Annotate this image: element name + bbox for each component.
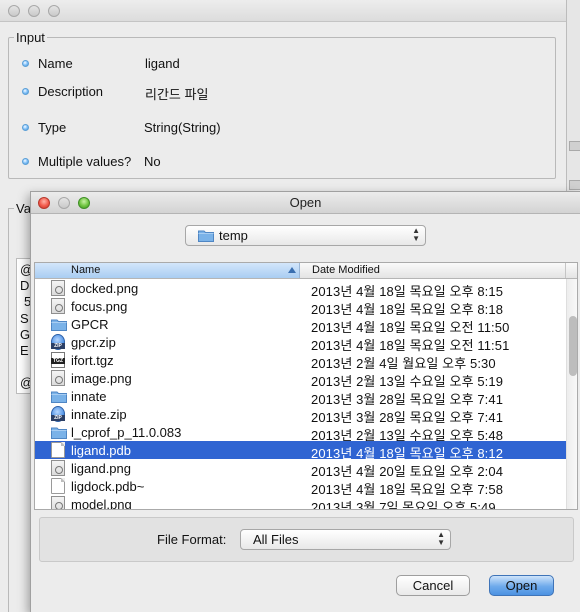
file-name: innate.zip [71, 407, 127, 422]
date-column-header[interactable]: Date Modified [312, 264, 380, 276]
folder-icon [51, 318, 67, 331]
bullet-icon [22, 124, 29, 131]
open-dialog: Open temp ▲ ▼ Name Date Modified docked.p… [30, 191, 580, 612]
values-text-fragment: E [20, 343, 29, 358]
property-value: 리간드 파일 [145, 87, 209, 102]
values-text-fragment: D [20, 278, 30, 293]
file-row[interactable]: focus.png 2013년 4월 18일 목요일 오후 8:18 [35, 297, 566, 317]
sort-ascending-icon [288, 267, 296, 273]
file-name: l_cprof_p_11.0.083 [71, 425, 182, 440]
background-close-button[interactable] [8, 5, 20, 17]
file-row[interactable]: l_cprof_p_11.0.083 2013년 2월 13일 수요일 오후 5:… [35, 423, 566, 443]
bullet-icon [22, 60, 29, 67]
zip-archive-icon: ZIP [51, 334, 65, 350]
column-divider [565, 263, 566, 278]
property-value: ligand [145, 56, 180, 71]
file-name: focus.png [71, 299, 128, 314]
file-name: gpcr.zip [71, 335, 116, 350]
folder-icon [198, 230, 214, 242]
background-minimize-button[interactable] [28, 5, 40, 17]
file-format-value: All Files [253, 532, 299, 547]
file-list[interactable]: Name Date Modified docked.png 2013년 4월 18… [34, 262, 578, 510]
location-dropdown[interactable]: temp ▲ ▼ [185, 225, 426, 246]
background-titlebar [0, 0, 566, 22]
file-name: innate [71, 389, 107, 404]
name-column-label: Name [71, 264, 101, 276]
file-name: ifort.tgz [71, 353, 114, 368]
file-row[interactable]: TGZ ifort.tgz 2013년 2월 4일 월요일 오후 5:30 [35, 351, 566, 371]
vertical-scrollbar[interactable] [566, 279, 577, 509]
image-file-icon [51, 370, 65, 386]
bullet-icon [22, 158, 29, 165]
file-row[interactable]: GPCR 2013년 4월 18일 목요일 오전 11:50 [35, 315, 566, 335]
property-label: Multiple values? [38, 154, 132, 169]
file-format-dropdown[interactable]: All Files ▲ ▼ [240, 529, 451, 550]
file-format-panel: File Format: All Files ▲ ▼ [39, 517, 574, 562]
file-row[interactable]: model.png 2013년 3월 7일 목요일 오후 5:49 [35, 495, 566, 510]
updown-arrows-icon: ▲ ▼ [412, 226, 420, 243]
file-row[interactable]: ligdock.pdb~ 2013년 4월 18일 목요일 오후 7:58 [35, 477, 566, 497]
image-file-icon [51, 460, 65, 476]
updown-arrows-icon: ▲ ▼ [437, 530, 445, 547]
list-header: Name Date Modified [35, 263, 577, 279]
image-file-icon [51, 298, 65, 314]
background-control-fragment [569, 141, 580, 151]
tgz-archive-icon: TGZ [51, 352, 65, 368]
file-row[interactable]: ligand.pdb 2013년 4월 18일 목요일 오후 8:12 [35, 441, 566, 461]
property-value: No [144, 154, 161, 169]
document-icon [51, 478, 65, 494]
file-name: ligdock.pdb~ [71, 479, 145, 494]
cancel-button[interactable]: Cancel [396, 575, 470, 596]
property-label: Name [38, 56, 73, 71]
file-row[interactable]: innate 2013년 3월 28일 목요일 오후 7:41 [35, 387, 566, 407]
scroll-thumb[interactable] [569, 316, 577, 376]
file-name: model.png [71, 497, 132, 510]
dialog-title: Open [289, 195, 322, 210]
file-row[interactable]: ligand.png 2013년 4월 20일 토요일 오후 2:04 [35, 459, 566, 479]
property-value: String(String) [144, 120, 221, 135]
open-button[interactable]: Open [489, 575, 554, 596]
image-file-icon [51, 496, 65, 509]
location-label: temp [219, 228, 248, 243]
name-column-header[interactable]: Name [35, 263, 300, 278]
file-date-modified: 2013년 3월 7일 목요일 오후 5:49 [311, 500, 496, 510]
file-name: ligand.png [71, 461, 131, 476]
file-name: docked.png [71, 281, 139, 296]
file-format-label: File Format: [157, 532, 227, 547]
file-row[interactable]: ZIP gpcr.zip 2013년 4월 18일 목요일 오전 11:51 [35, 333, 566, 353]
background-control-fragment [569, 180, 580, 190]
property-label: Description [38, 84, 104, 99]
property-label: Type [38, 120, 67, 135]
input-panel-title: Input [14, 30, 47, 45]
values-text-fragment: S [20, 311, 29, 326]
document-icon [51, 442, 65, 458]
folder-icon [51, 426, 67, 439]
file-name: ligand.pdb [71, 443, 131, 458]
folder-icon [51, 390, 67, 403]
background-zoom-button[interactable] [48, 5, 60, 17]
file-name: image.png [71, 371, 132, 386]
file-row[interactable]: docked.png 2013년 4월 18일 목요일 오후 8:15 [35, 279, 566, 299]
image-file-icon [51, 280, 65, 296]
file-name: GPCR [71, 317, 109, 332]
file-row[interactable]: ZIP innate.zip 2013년 3월 28일 목요일 오후 7:41 [35, 405, 566, 425]
file-row[interactable]: image.png 2013년 2월 13일 수요일 오후 5:19 [35, 369, 566, 389]
zip-archive-icon: ZIP [51, 406, 65, 422]
bullet-icon [22, 88, 29, 95]
dialog-titlebar: Open [31, 192, 580, 214]
values-text-fragment: G [20, 327, 31, 342]
